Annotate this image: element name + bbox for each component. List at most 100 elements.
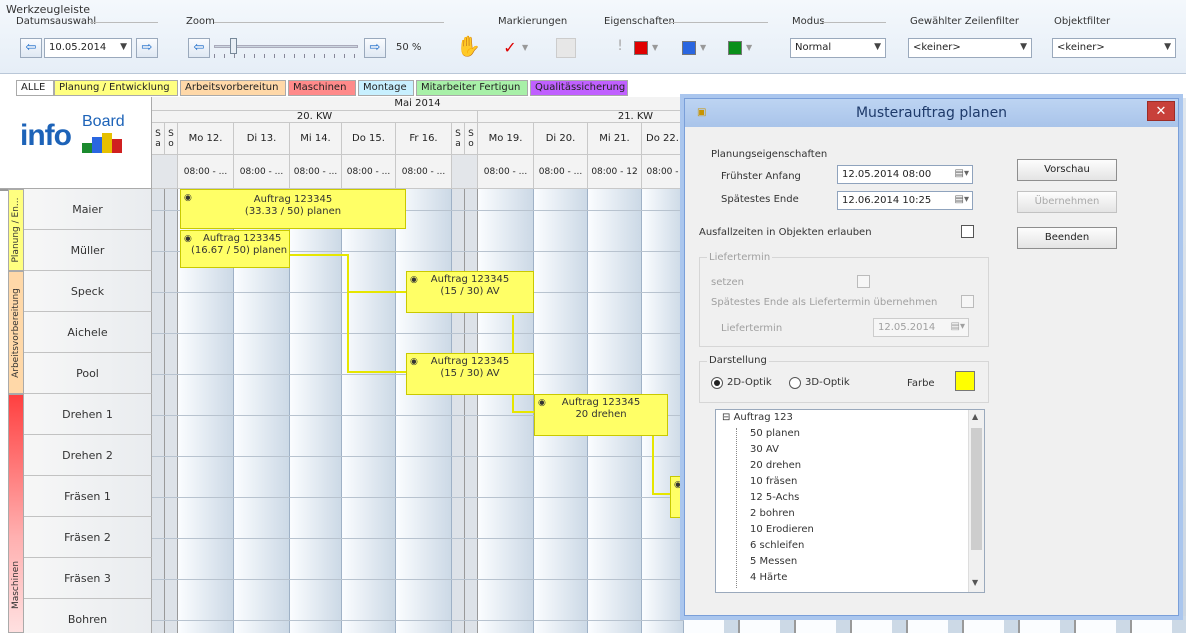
- set-delivery-checkbox[interactable]: [857, 275, 870, 288]
- tab-maschinen[interactable]: Maschinen: [288, 80, 356, 96]
- task-block[interactable]: ◉ Auftrag 123345 (33.33 / 50) planen: [180, 189, 406, 229]
- dependency-connector: [652, 493, 672, 495]
- chevron-up-icon[interactable]: ▲: [972, 412, 978, 421]
- hand-pan-icon[interactable]: ✋: [456, 34, 481, 58]
- chevron-down-icon: ▼: [1020, 42, 1027, 52]
- tree-node[interactable]: 10 fräsen: [722, 476, 962, 492]
- blue-color-swatch[interactable]: [682, 41, 696, 55]
- chevron-down-icon: ▼: [120, 42, 127, 52]
- divider: [822, 22, 886, 23]
- color-label: Farbe: [907, 378, 935, 389]
- board-peek: [1179, 98, 1186, 616]
- tree-node[interactable]: 6 schleifen: [722, 540, 962, 556]
- task-block[interactable]: ◉ Auftrag 123345 (16.67 / 50) planen: [180, 230, 290, 268]
- arrow-right-icon: ⇨: [141, 40, 153, 55]
- earliest-start-input[interactable]: 12.05.2014 08:00 ▤▾: [837, 165, 973, 184]
- allow-downtime-checkbox[interactable]: [961, 225, 974, 238]
- radio-3d[interactable]: [789, 377, 801, 389]
- task-block[interactable]: ◉ Auftrag 123345 (15 / 30) AV: [406, 353, 534, 395]
- radio-2d[interactable]: [711, 377, 723, 389]
- checkmark-icon[interactable]: ✓: [500, 38, 520, 58]
- row-label-bohren[interactable]: Bohren: [24, 599, 152, 633]
- close-button[interactable]: ✕: [1147, 101, 1175, 121]
- collapse-icon[interactable]: ⊟: [722, 412, 730, 423]
- chevron-down-icon[interactable]: ▼: [652, 43, 658, 52]
- calendar-dropdown-icon[interactable]: ▤▾: [955, 168, 969, 179]
- task-block-partial[interactable]: ◉: [670, 476, 684, 518]
- tab-mitarbeiter-fertigung[interactable]: Mitarbeiter Fertigun: [416, 80, 528, 96]
- chevron-down-icon[interactable]: ▼: [972, 578, 978, 587]
- task-block[interactable]: ◉ Auftrag 123345 (15 / 30) AV: [406, 271, 534, 313]
- calendar-dropdown-icon[interactable]: ▤▾: [955, 194, 969, 205]
- tab-planung-entwicklung[interactable]: Planung / Entwicklung: [54, 80, 178, 96]
- tree-node[interactable]: 20 drehen: [722, 460, 962, 476]
- close-icon: ✕: [1155, 104, 1167, 119]
- task-block[interactable]: ◉ Auftrag 123345 20 drehen: [534, 394, 668, 436]
- chevron-down-icon[interactable]: ▼: [746, 43, 752, 52]
- row-label-fraesen-1[interactable]: Fräsen 1: [24, 476, 152, 517]
- tab-alle[interactable]: ALLE: [16, 80, 54, 96]
- group-label: Arbeitsvorbereitung: [11, 287, 21, 378]
- row-filter-label: Gewählter Zeilenfilter: [910, 16, 1019, 27]
- dialog-titlebar[interactable]: ▣ Musterauftrag planen ✕: [685, 99, 1178, 127]
- next-date-button[interactable]: ⇨: [136, 38, 158, 58]
- prev-date-button[interactable]: ⇦: [20, 38, 42, 58]
- zoom-in-button[interactable]: ⇨: [364, 38, 386, 58]
- exit-button[interactable]: Beenden: [1017, 227, 1117, 249]
- tree-node[interactable]: 4 Härte: [722, 572, 962, 588]
- task-marker-icon: ◉: [538, 398, 546, 408]
- apply-button[interactable]: Übernehmen: [1017, 191, 1117, 213]
- scrollbar-thumb[interactable]: [971, 428, 982, 550]
- row-label-drehen-2[interactable]: Drehen 2: [24, 435, 152, 476]
- task-title: Auftrag 123345: [203, 233, 282, 244]
- zoom-out-button[interactable]: ⇦: [188, 38, 210, 58]
- delivery-date-input[interactable]: 12.05.2014 ▤▾: [873, 318, 969, 337]
- dependency-connector: [347, 371, 407, 373]
- object-filter-select[interactable]: <keiner> ▼: [1052, 38, 1176, 58]
- tree-node[interactable]: 12 5-Achs: [722, 492, 962, 508]
- set-delivery-label: setzen: [711, 277, 745, 288]
- row-label-drehen-1[interactable]: Drehen 1: [24, 394, 152, 435]
- tab-montage[interactable]: Montage: [358, 80, 414, 96]
- tree-scrollbar[interactable]: ▲ ▼: [968, 410, 984, 592]
- day-header-sunday: S o: [465, 123, 478, 155]
- row-label-aichele[interactable]: Aichele: [24, 312, 152, 353]
- latest-end-value: 12.06.2014 10:25: [842, 195, 932, 206]
- time-header: 08:00 - 12: [588, 155, 642, 189]
- row-divider: [152, 497, 684, 498]
- tree-node-root[interactable]: ⊟ Auftrag 123: [722, 412, 962, 428]
- row-divider: [152, 456, 684, 457]
- group-maschinen[interactable]: Maschinen: [8, 394, 24, 633]
- date-select[interactable]: 10.05.2014 ▼: [44, 38, 132, 58]
- row-label-fraesen-2[interactable]: Fräsen 2: [24, 517, 152, 558]
- tab-qualitaetssicherung[interactable]: Qualitässicherung: [530, 80, 628, 96]
- row-filter-select[interactable]: <keiner> ▼: [908, 38, 1032, 58]
- tree-node[interactable]: 10 Erodieren: [722, 524, 962, 540]
- chevron-down-icon[interactable]: ▼: [700, 43, 706, 52]
- tree-node[interactable]: 50 planen: [722, 428, 962, 444]
- preview-button[interactable]: Vorschau: [1017, 159, 1117, 181]
- marking-toggle-button[interactable]: [556, 38, 576, 58]
- exclamation-icon[interactable]: !: [612, 38, 628, 58]
- row-label-speck[interactable]: Speck: [24, 271, 152, 312]
- red-color-swatch[interactable]: [634, 41, 648, 55]
- group-planung[interactable]: Planung / En...: [8, 189, 24, 271]
- color-picker-swatch[interactable]: [955, 371, 975, 391]
- zoom-slider-handle[interactable]: [230, 38, 237, 54]
- tab-arbeitsvorbereitung[interactable]: Arbeitsvorbereitun: [180, 80, 286, 96]
- tree-node[interactable]: 5 Messen: [722, 556, 962, 572]
- row-label-fraesen-3[interactable]: Fräsen 3: [24, 558, 152, 599]
- latest-end-input[interactable]: 12.06.2014 10:25 ▤▾: [837, 191, 973, 210]
- tree-node[interactable]: 2 bohren: [722, 508, 962, 524]
- tree-node[interactable]: 30 AV: [722, 444, 962, 460]
- mode-select[interactable]: Normal ▼: [790, 38, 886, 58]
- adopt-latest-end-checkbox[interactable]: [961, 295, 974, 308]
- row-label-pool[interactable]: Pool: [24, 353, 152, 394]
- green-color-swatch[interactable]: [728, 41, 742, 55]
- chevron-down-icon[interactable]: ▼: [522, 38, 534, 58]
- row-label-mueller[interactable]: Müller: [24, 230, 152, 271]
- row-label-maier[interactable]: Maier: [24, 189, 152, 230]
- order-tree[interactable]: ⊟ Auftrag 123 50 planen 30 AV 20 drehen …: [715, 409, 985, 593]
- dependency-connector: [347, 254, 349, 373]
- group-arbeitsvorbereitung[interactable]: Arbeitsvorbereitung: [8, 271, 24, 394]
